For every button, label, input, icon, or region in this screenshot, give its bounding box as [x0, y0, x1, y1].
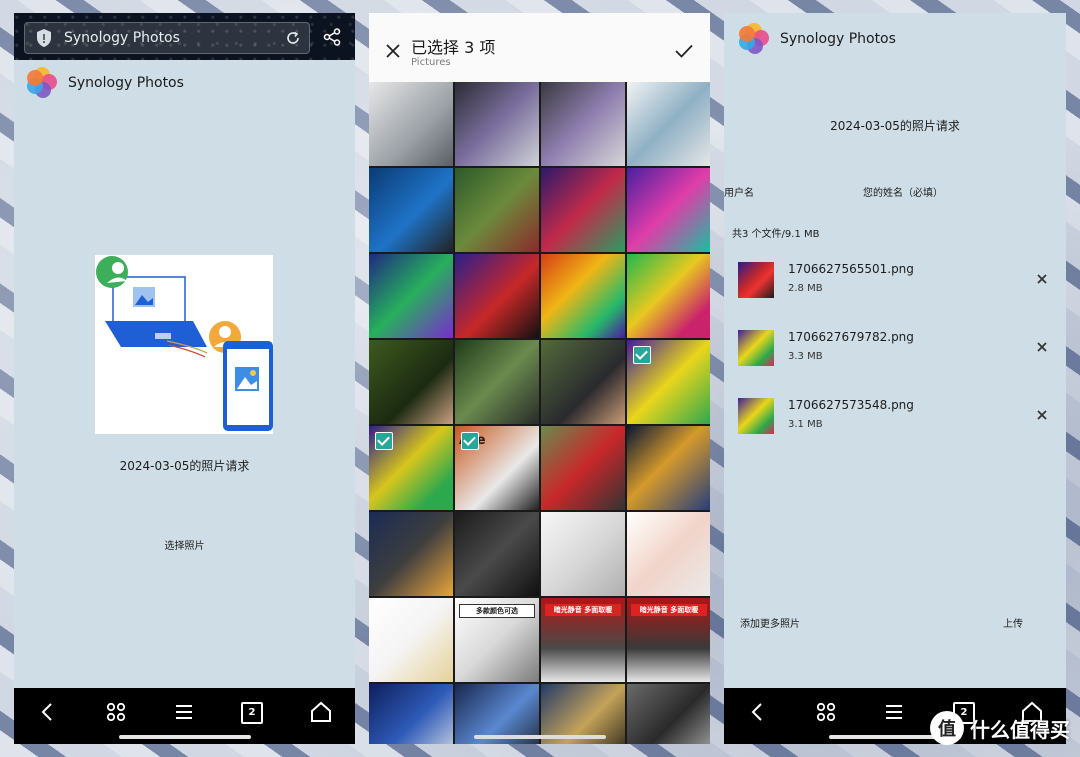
selected-check-icon[interactable] — [633, 346, 651, 364]
photo-tile[interactable] — [455, 168, 539, 252]
selected-check-icon[interactable] — [375, 432, 393, 450]
screen-photo-picker: 已选择 3 项 Pictures Ace多款颜色可选暗光静音 多面取暖暗光静音 … — [369, 13, 710, 744]
photo-tile-caption: 暗光静音 多面取暖 — [631, 604, 707, 616]
gesture-bar — [118, 735, 251, 739]
screen-request-landing: Synology Photos Synology Photos 2024-03-… — [14, 13, 355, 744]
share-icon[interactable] — [323, 28, 341, 46]
menu-icon[interactable] — [172, 700, 196, 724]
photo-tile[interactable] — [369, 512, 453, 596]
photo-tile[interactable] — [541, 426, 625, 510]
checkmark-icon[interactable] — [675, 44, 693, 58]
photo-tile[interactable] — [369, 426, 453, 510]
photo-tile[interactable] — [369, 598, 453, 682]
photo-grid: Ace多款颜色可选暗光静音 多面取暖暗光静音 多面取暖 — [369, 82, 710, 744]
photo-tile[interactable] — [627, 426, 710, 510]
file-name: 1706627573548.png — [788, 398, 914, 412]
address-bar-title: Synology Photos — [64, 30, 180, 46]
request-title: 2024-03-05的照片请求 — [119, 459, 250, 473]
screen-upload-confirm: Synology Photos 2024-03-05的照片请求 用户名 您的姓名… — [724, 13, 1066, 744]
watermark-badge: 值 — [930, 711, 964, 745]
file-row: 1706627573548.png 3.1 MB — [724, 392, 1066, 452]
file-row: 1706627565501.png 2.8 MB — [724, 256, 1066, 316]
brand-name: Synology Photos — [68, 75, 184, 91]
photo-tile[interactable]: Ace — [455, 426, 539, 510]
photo-tile-caption: 多款颜色可选 — [459, 604, 535, 618]
username-label: 用户名 — [724, 188, 754, 199]
menu-icon[interactable] — [882, 700, 906, 724]
tabs-icon[interactable]: 2 — [241, 702, 263, 724]
reload-icon[interactable] — [285, 30, 301, 46]
brand-header: Synology Photos — [26, 67, 184, 99]
remove-icon[interactable] — [1036, 273, 1048, 285]
synology-photos-logo — [738, 23, 770, 55]
photo-tile[interactable] — [455, 254, 539, 338]
file-thumbnail — [738, 330, 774, 366]
file-name: 1706627565501.png — [788, 262, 914, 276]
photo-tile[interactable] — [627, 168, 710, 252]
request-title: 2024-03-05的照片请求 — [830, 119, 960, 133]
synology-photos-logo — [26, 67, 58, 99]
photo-tile[interactable] — [369, 684, 453, 744]
file-size: 3.1 MB — [788, 419, 823, 430]
photo-tile[interactable]: 多款颜色可选 — [455, 598, 539, 682]
photo-tile[interactable] — [541, 254, 625, 338]
back-icon[interactable] — [746, 700, 770, 724]
file-size: 3.3 MB — [788, 351, 823, 362]
photo-tile[interactable] — [627, 254, 710, 338]
photo-tile[interactable] — [541, 168, 625, 252]
apps-icon[interactable] — [814, 700, 838, 724]
picker-header: 已选择 3 项 Pictures — [369, 13, 710, 82]
browser-top-bar: Synology Photos — [14, 13, 355, 60]
browser-nav-bar: 2 — [14, 688, 355, 744]
file-row: 1706627679782.png 3.3 MB — [724, 324, 1066, 384]
photo-tile[interactable]: 暗光静音 多面取暖 — [541, 598, 625, 682]
add-more-photos-button[interactable]: 添加更多照片 — [740, 615, 800, 630]
photo-request-illustration — [95, 255, 273, 434]
photo-tile[interactable] — [541, 82, 625, 166]
photo-tile[interactable]: 暗光静音 多面取暖 — [627, 598, 710, 682]
site-watermark: 值 什么值得买 — [930, 711, 1070, 745]
select-photos-button[interactable]: 选择照片 — [14, 537, 355, 552]
shield-icon — [37, 29, 51, 47]
photo-tile[interactable] — [541, 512, 625, 596]
photo-tile[interactable] — [541, 340, 625, 424]
brand-header: Synology Photos — [738, 23, 896, 55]
close-icon[interactable] — [385, 43, 401, 59]
back-icon[interactable] — [36, 700, 60, 724]
name-field[interactable]: 您的姓名（必填） — [863, 184, 943, 199]
photo-tile[interactable] — [627, 82, 710, 166]
upload-button[interactable]: 上传 — [1003, 615, 1023, 630]
photo-tile[interactable] — [369, 82, 453, 166]
photo-tile[interactable] — [455, 512, 539, 596]
file-total: 共3 个文件/9.1 MB — [732, 229, 820, 240]
file-thumbnail — [738, 398, 774, 434]
gesture-bar — [473, 735, 606, 739]
file-size: 2.8 MB — [788, 283, 823, 294]
photo-tile-caption: 暗光静音 多面取暖 — [545, 604, 621, 616]
file-name: 1706627679782.png — [788, 330, 914, 344]
selected-check-icon[interactable] — [461, 432, 479, 450]
album-name: Pictures — [411, 57, 451, 68]
photo-tile[interactable] — [627, 340, 710, 424]
watermark-text: 什么值得买 — [970, 717, 1070, 742]
address-bar[interactable]: Synology Photos — [24, 22, 310, 54]
brand-name: Synology Photos — [780, 31, 896, 47]
remove-icon[interactable] — [1036, 341, 1048, 353]
photo-tile[interactable] — [369, 254, 453, 338]
photo-tile[interactable] — [369, 340, 453, 424]
file-thumbnail — [738, 262, 774, 298]
photo-tile[interactable] — [369, 168, 453, 252]
photo-tile[interactable] — [627, 512, 710, 596]
home-icon[interactable] — [309, 700, 333, 724]
selection-count-title: 已选择 3 项 — [411, 38, 496, 57]
photo-tile[interactable] — [455, 340, 539, 424]
photo-tile[interactable] — [455, 82, 539, 166]
remove-icon[interactable] — [1036, 409, 1048, 421]
photo-tile[interactable] — [627, 684, 710, 744]
apps-icon[interactable] — [104, 700, 128, 724]
